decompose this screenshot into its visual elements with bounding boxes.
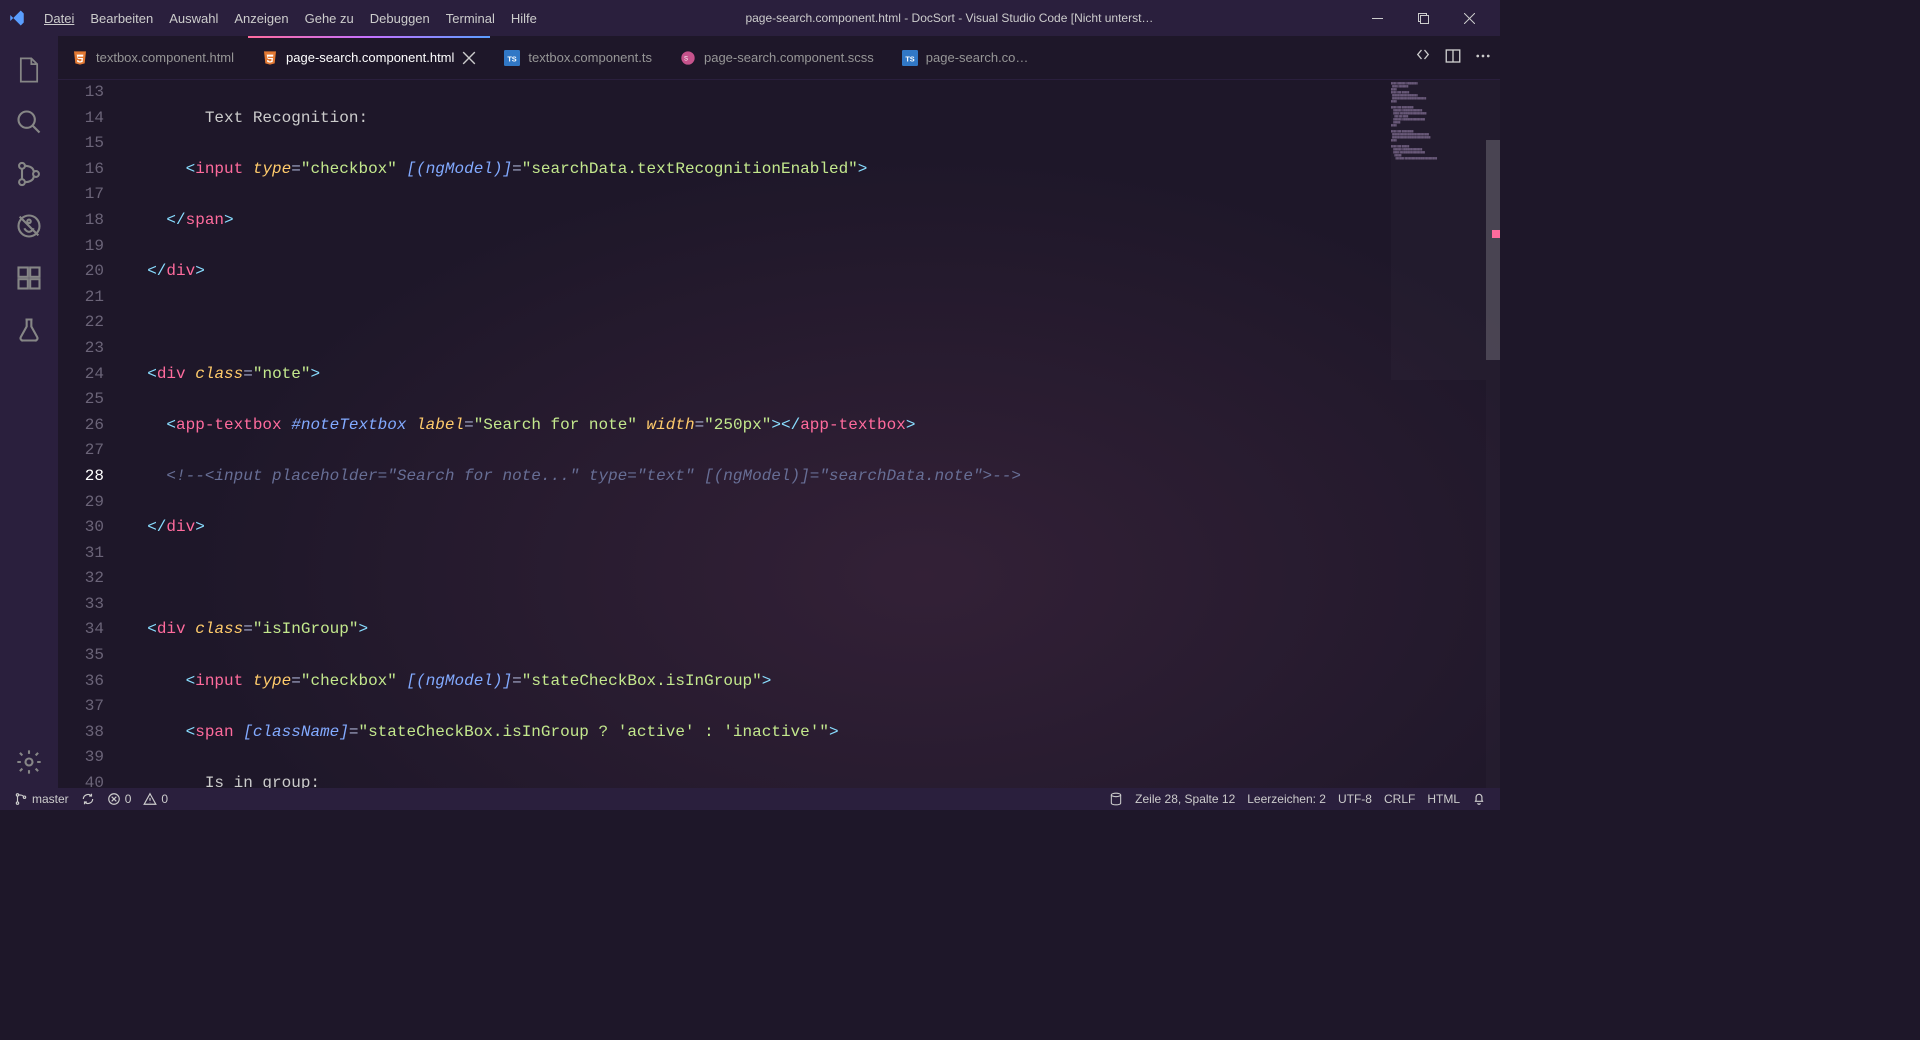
titlebar: Datei Bearbeiten Auswahl Anzeigen Gehe z…	[0, 0, 1500, 36]
git-branch-icon	[14, 792, 28, 806]
feedback-icon[interactable]	[1466, 792, 1492, 806]
vscode-icon	[8, 9, 26, 27]
tab-label: textbox.component.ts	[528, 50, 652, 65]
extensions-icon[interactable]	[5, 252, 53, 304]
activity-bar	[0, 36, 58, 788]
menu-gehezu[interactable]: Gehe zu	[297, 7, 362, 30]
close-tab-icon[interactable]	[462, 51, 476, 65]
menu-terminal[interactable]: Terminal	[438, 7, 503, 30]
debug-icon[interactable]	[5, 200, 53, 252]
compare-changes-icon[interactable]	[1414, 47, 1432, 68]
scss-file-icon: S	[680, 50, 696, 66]
maximize-button[interactable]	[1400, 3, 1446, 33]
tab-bar: textbox.component.html page-search.compo…	[58, 36, 1500, 80]
errors-count[interactable]: 0	[101, 792, 138, 806]
bell-icon	[1472, 792, 1486, 806]
eol[interactable]: CRLF	[1378, 792, 1421, 806]
source-control-icon[interactable]	[5, 148, 53, 200]
warnings-count[interactable]: 0	[137, 792, 174, 806]
encoding[interactable]: UTF-8	[1332, 792, 1378, 806]
svg-text:TS: TS	[905, 54, 914, 63]
database-icon	[1109, 792, 1123, 806]
vertical-scrollbar[interactable]	[1486, 80, 1500, 788]
code-content[interactable]: Text Recognition: <input type="checkbox"…	[128, 80, 1500, 788]
editor-area: textbox.component.html page-search.compo…	[58, 36, 1500, 788]
scroll-thumb[interactable]	[1486, 140, 1500, 360]
tab-label: page-search.co…	[926, 50, 1029, 65]
html-file-icon	[262, 50, 278, 66]
indentation[interactable]: Leerzeichen: 2	[1241, 792, 1332, 806]
menu-datei[interactable]: Datei	[36, 7, 82, 30]
line-number-gutter: 13 14 15 16 17 18 19 20 21 22 23 24 25 2…	[58, 80, 128, 788]
tab-label: page-search.component.scss	[704, 50, 874, 65]
tab-page-search-scss[interactable]: S page-search.component.scss	[666, 36, 888, 79]
search-icon[interactable]	[5, 96, 53, 148]
tab-textbox-html[interactable]: textbox.component.html	[58, 36, 248, 79]
svg-text:TS: TS	[508, 54, 517, 63]
menu-anzeigen[interactable]: Anzeigen	[226, 7, 296, 30]
tab-page-search-ts[interactable]: TS page-search.co…	[888, 36, 1043, 79]
html-file-icon	[72, 50, 88, 66]
sync-icon	[81, 792, 95, 806]
settings-gear-icon[interactable]	[5, 736, 53, 788]
main: textbox.component.html page-search.compo…	[0, 36, 1500, 788]
more-actions-icon[interactable]	[1474, 47, 1492, 68]
sync-button[interactable]	[75, 792, 101, 806]
close-button[interactable]	[1446, 3, 1492, 33]
tab-label: textbox.component.html	[96, 50, 234, 65]
error-icon	[107, 792, 121, 806]
disk-indicator[interactable]	[1103, 792, 1129, 806]
ts-file-icon: TS	[902, 50, 918, 66]
overview-marker	[1492, 230, 1500, 238]
split-editor-icon[interactable]	[1444, 47, 1462, 68]
cursor-position[interactable]: Zeile 28, Spalte 12	[1129, 792, 1241, 806]
git-branch[interactable]: master	[8, 792, 75, 806]
code-editor[interactable]: 13 14 15 16 17 18 19 20 21 22 23 24 25 2…	[58, 80, 1500, 788]
menu-hilfe[interactable]: Hilfe	[503, 7, 545, 30]
ts-file-icon: TS	[504, 50, 520, 66]
tab-label: page-search.component.html	[286, 50, 454, 65]
minimize-button[interactable]	[1354, 3, 1400, 33]
svg-text:S: S	[684, 56, 688, 62]
language-mode[interactable]: HTML	[1421, 792, 1466, 806]
menu-debuggen[interactable]: Debuggen	[362, 7, 438, 30]
flask-icon[interactable]	[5, 304, 53, 356]
menu-auswahl[interactable]: Auswahl	[161, 7, 226, 30]
explorer-icon[interactable]	[5, 44, 53, 96]
window-title: page-search.component.html - DocSort - V…	[545, 11, 1354, 25]
status-bar: master 0 0 Zeile 28, Spalte 12 Leerzeich…	[0, 788, 1500, 810]
minimap[interactable]: ████ ██████ ████████ ████ ███████ ████ █…	[1391, 80, 1486, 380]
menu-bearbeiten[interactable]: Bearbeiten	[82, 7, 161, 30]
warning-icon	[143, 792, 157, 806]
tab-textbox-ts[interactable]: TS textbox.component.ts	[490, 36, 666, 79]
tab-page-search-html[interactable]: page-search.component.html	[248, 36, 490, 79]
